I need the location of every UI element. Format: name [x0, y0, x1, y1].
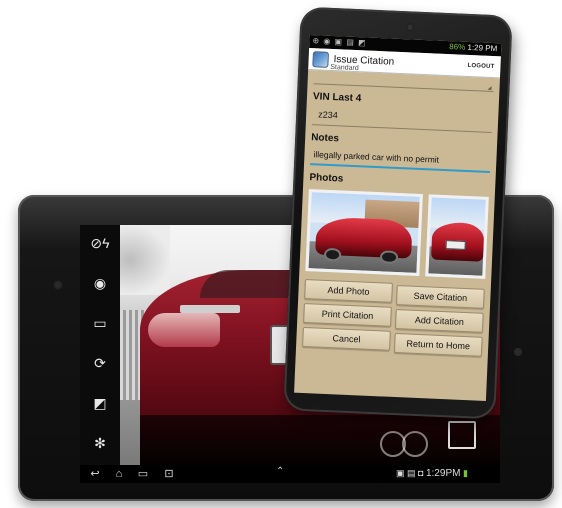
phone-clock: 1:29 PM: [467, 42, 498, 54]
notes-label: Notes: [310, 132, 340, 145]
home-icon[interactable]: ⌂: [110, 467, 128, 481]
save-citation-button[interactable]: Save Citation: [395, 285, 485, 309]
add-photo-button[interactable]: Add Photo: [304, 279, 393, 303]
notification-icons: ▣ ▤ ◘: [396, 468, 424, 478]
notes-field[interactable]: illegally parked car with no permit: [310, 149, 491, 173]
tablet-sensor: [514, 348, 522, 356]
background-tree: [120, 225, 170, 295]
action-buttons: Add Photo Save Citation Print Citation A…: [301, 277, 485, 375]
signal-icon: ▮: [462, 468, 468, 478]
phone-device: ⊕ ◉ ▣ ▤ ◩ 86% 1:29 PM Issue Citation LOG…: [283, 6, 513, 420]
back-icon[interactable]: ↩: [86, 467, 104, 481]
flash-off-icon[interactable]: ⊘ϟ: [88, 231, 112, 255]
vin-label: VIN Last 4: [312, 91, 362, 105]
citation-type-value: Standard: [330, 63, 359, 73]
camera-mode-rings: [380, 431, 436, 457]
print-citation-button[interactable]: Print Citation: [303, 302, 392, 327]
dropdown-corner-icon: [487, 85, 492, 90]
notification-icons: ⊕ ◉ ▣ ▤ ◩: [312, 36, 367, 48]
tablet-system-bar: ↩ ⌂ ▭ ⊡ ⌃ ▣ ▤ ◘ 1:29PM ▮: [80, 465, 500, 483]
phone-screen: ⊕ ◉ ▣ ▤ ◩ 86% 1:29 PM Issue Citation LOG…: [294, 34, 502, 402]
chevron-up-icon[interactable]: ⌃: [276, 466, 284, 477]
logout-button[interactable]: LOGOUT: [467, 63, 494, 70]
camera-controls-bar: ⊘ϟ ◉ ▭ ⟳ ◩ ✻: [80, 225, 120, 465]
add-citation-button[interactable]: Add Citation: [394, 308, 484, 333]
car-badge: [180, 305, 240, 313]
photos-label: Photos: [309, 172, 344, 185]
phone-front-camera: [405, 23, 415, 32]
photo-thumbnail[interactable]: [305, 189, 423, 276]
aspect-ratio-icon[interactable]: ▭: [88, 311, 112, 335]
photo-thumbnail[interactable]: [425, 194, 489, 279]
battery-level: 86%: [449, 42, 466, 52]
app-logo-icon[interactable]: [312, 51, 329, 68]
exposure-icon[interactable]: ◩: [88, 391, 112, 415]
tablet-camera-lens: [53, 280, 63, 290]
screenshot-icon[interactable]: ⊡: [160, 467, 178, 481]
tablet-clock: 1:29: [425, 468, 446, 479]
car-taillight: [148, 313, 220, 347]
return-home-button[interactable]: Return to Home: [393, 332, 483, 357]
photos-gallery: [305, 189, 489, 283]
car-bumper: [140, 415, 500, 465]
vin-field[interactable]: z234: [311, 109, 493, 134]
cancel-button[interactable]: Cancel: [302, 326, 391, 351]
device-composite: ⊘ϟ ◉ ▭ ⟳ ◩ ✻ ↩ ⌂ ▭ ⊡ ⌃ ▣ ▤ ◘ 1:29PM ▮ ⊕ …: [0, 0, 562, 508]
timer-icon[interactable]: ⟳: [88, 351, 112, 375]
recent-apps-icon[interactable]: ▭: [134, 467, 152, 481]
tablet-clock-ampm: PM: [445, 468, 461, 479]
phone-status-right: 86% 1:29 PM: [449, 42, 497, 53]
tablet-status-area: ▣ ▤ ◘ 1:29PM ▮: [396, 468, 468, 479]
citation-form: VIN Last 4 z234 Notes illegally parked c…: [295, 72, 500, 375]
camera-switch-icon[interactable]: ◉: [88, 271, 112, 295]
shutter-button[interactable]: [448, 421, 476, 449]
settings-gear-icon[interactable]: ✻: [88, 431, 112, 455]
